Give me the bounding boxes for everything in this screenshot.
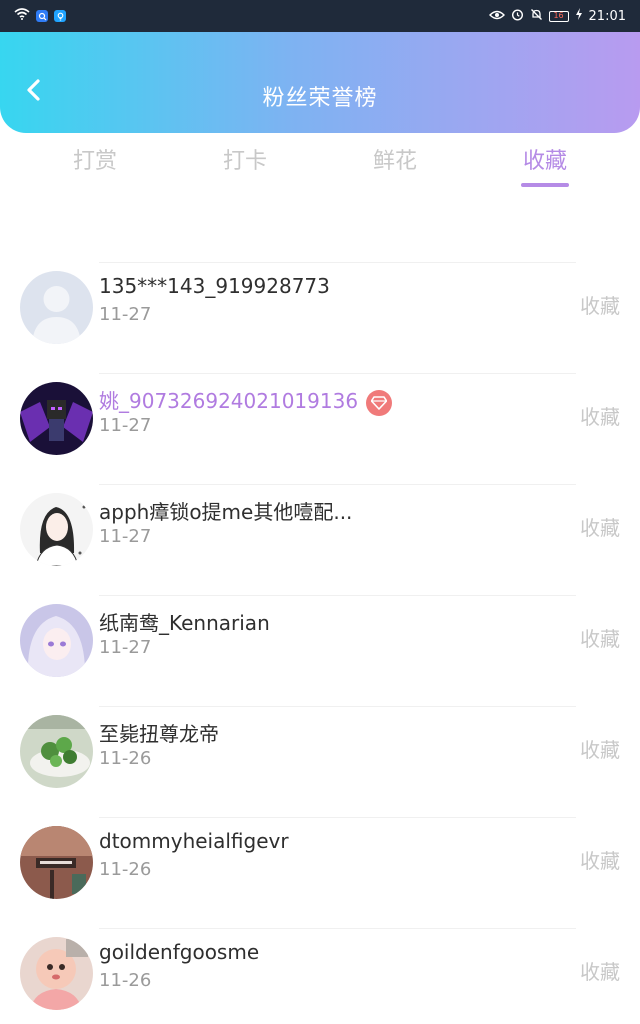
favorite-action[interactable]: 收藏 xyxy=(580,401,620,430)
favorite-action[interactable]: 收藏 xyxy=(580,956,620,985)
list-item-name: 姚_907326924021019136 xyxy=(99,385,393,416)
favorite-action[interactable]: 收藏 xyxy=(580,734,620,763)
avatar xyxy=(20,826,93,899)
favorite-action[interactable]: 收藏 xyxy=(580,623,620,652)
divider xyxy=(99,262,576,263)
list-item-name: apph瘴锁o提me其他噎配... xyxy=(99,500,353,524)
divider xyxy=(99,928,576,929)
favorite-action[interactable]: 收藏 xyxy=(580,512,620,541)
wifi-icon xyxy=(14,8,30,24)
charging-icon xyxy=(575,8,583,24)
diamond-icon xyxy=(366,389,393,416)
list-item-name: 纸南鸯_Kennarian xyxy=(99,611,270,635)
fan-list[interactable]: 11-27 135***143_919928773 11-27 收藏 xyxy=(0,193,640,1024)
status-bar-right: 16 21:01 xyxy=(488,8,626,25)
list-item[interactable]: goildenfgoosme 11-26 收藏 xyxy=(0,928,640,1024)
bulb-app-icon xyxy=(54,10,66,22)
list-item[interactable]: 135***143_919928773 11-27 收藏 xyxy=(0,262,640,373)
list-item-name-text: 姚_907326924021019136 xyxy=(99,389,359,413)
list-item[interactable]: dtommyheialfigevr 11-26 收藏 xyxy=(0,817,640,928)
list-item-date: 11-27 xyxy=(99,304,152,325)
battery-icon: 16 xyxy=(548,10,569,22)
header: 粉丝荣誉榜 xyxy=(0,32,640,133)
avatar xyxy=(20,937,93,1010)
status-bar-left xyxy=(14,8,66,24)
list-item-name: dtommyheialfigevr xyxy=(99,829,289,853)
page-title: 粉丝荣誉榜 xyxy=(262,86,378,111)
list-item-date: 11-26 xyxy=(99,748,152,769)
status-bar: 16 21:01 xyxy=(0,0,640,32)
active-tab-indicator xyxy=(521,183,569,187)
divider xyxy=(99,595,576,596)
battery-level: 16 xyxy=(553,11,564,20)
favorite-action[interactable]: 收藏 xyxy=(580,845,620,874)
list-item-date: 11-27 xyxy=(99,637,152,658)
favorite-action[interactable]: 收藏 xyxy=(580,290,620,319)
divider xyxy=(99,817,576,818)
list-item-date: 11-27 xyxy=(99,415,152,436)
avatar xyxy=(20,715,93,788)
list-item-date: 11-27 xyxy=(99,526,152,547)
list-item[interactable]: 至毙扭尊龙帝 11-26 收藏 xyxy=(0,706,640,817)
list-item-date: 11-26 xyxy=(99,859,152,880)
avatar xyxy=(20,271,93,344)
list-item-date: 11-26 xyxy=(99,970,152,991)
divider xyxy=(99,373,576,374)
divider xyxy=(99,706,576,707)
list-item[interactable]: apph瘴锁o提me其他噎配... 11-27 收藏 xyxy=(0,484,640,595)
list-item-partial[interactable]: 11-27 xyxy=(0,193,640,222)
avatar xyxy=(20,604,93,677)
bell-mute-icon xyxy=(530,8,543,25)
status-time: 21:01 xyxy=(588,8,626,24)
tab-reward[interactable]: 打赏 xyxy=(35,143,155,175)
alarm-icon xyxy=(511,8,524,25)
tab-flowers[interactable]: 鲜花 xyxy=(335,143,455,175)
eye-icon xyxy=(488,9,505,24)
tab-favorites[interactable]: 收藏 xyxy=(485,143,605,175)
list-item-name: 135***143_919928773 xyxy=(99,274,330,298)
list-item-name: 至毙扭尊龙帝 xyxy=(99,722,219,746)
avatar xyxy=(20,493,93,566)
list-item-name: goildenfgoosme xyxy=(99,940,260,964)
list-item[interactable]: 纸南鸯_Kennarian 11-27 收藏 xyxy=(0,595,640,706)
list-item[interactable]: 姚_907326924021019136 11-27 收藏 xyxy=(0,373,640,484)
search-app-icon xyxy=(36,10,48,22)
divider xyxy=(99,484,576,485)
avatar xyxy=(20,382,93,455)
tab-checkin[interactable]: 打卡 xyxy=(185,143,305,175)
